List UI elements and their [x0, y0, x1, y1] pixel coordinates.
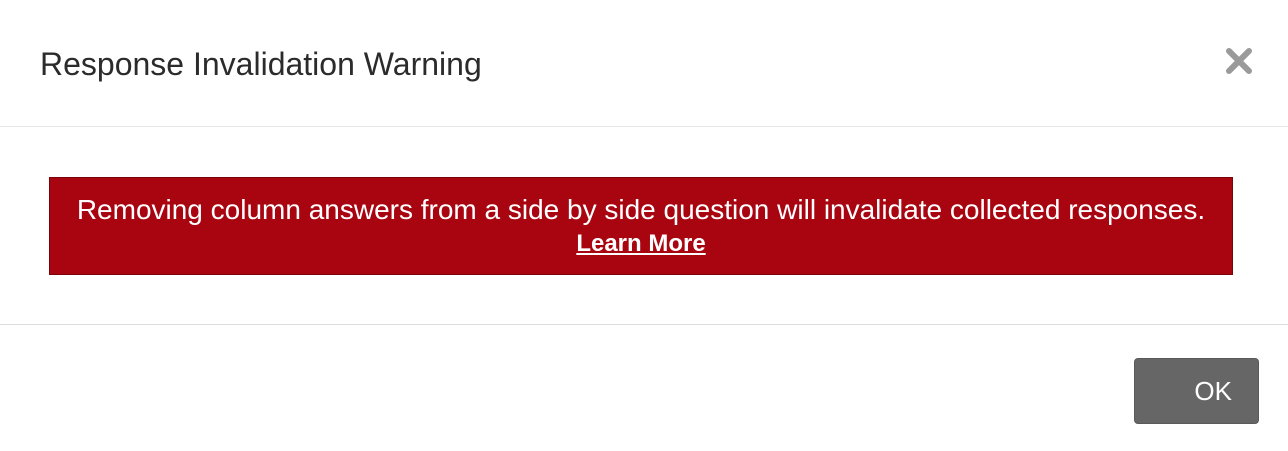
- close-icon: [1226, 48, 1252, 74]
- response-invalidation-dialog: Response Invalidation Warning Removing c…: [0, 0, 1288, 451]
- dialog-header: Response Invalidation Warning: [0, 0, 1288, 127]
- dialog-body: Removing column answers from a side by s…: [0, 127, 1288, 325]
- dialog-title: Response Invalidation Warning: [40, 46, 482, 82]
- warning-banner: Removing column answers from a side by s…: [49, 177, 1233, 275]
- close-button[interactable]: [1222, 44, 1256, 78]
- dialog-footer: OK: [0, 325, 1288, 451]
- warning-message: Removing column answers from a side by s…: [76, 194, 1206, 225]
- ok-button[interactable]: OK: [1134, 358, 1259, 424]
- learn-more-link[interactable]: Learn More: [576, 228, 705, 260]
